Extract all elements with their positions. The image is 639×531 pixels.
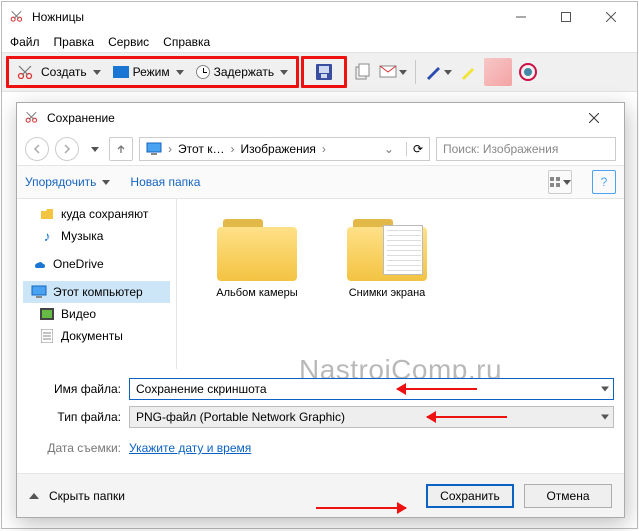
app-title: Ножницы: [32, 10, 84, 24]
nav-up-button[interactable]: [109, 137, 133, 161]
minimize-button[interactable]: [498, 2, 543, 32]
breadcrumb-folder[interactable]: Изображения: [240, 142, 315, 156]
annotation-arrow: [397, 388, 477, 390]
dropdown-icon: [93, 70, 101, 75]
nav-recent-button[interactable]: [85, 137, 103, 161]
nav-tree: куда сохраняют ♪Музыка OneDrive Этот ком…: [17, 199, 177, 369]
breadcrumb[interactable]: › Этот к… › Изображения › ⌄ ⟳: [139, 137, 430, 161]
nav-item[interactable]: ♪Музыка: [23, 225, 170, 247]
date-label: Дата съемки:: [27, 441, 121, 455]
save-dialog: Сохранение › Этот к… › Изображения › ⌄ ⟳…: [16, 102, 625, 518]
eraser-icon: [484, 58, 512, 86]
separator: [415, 60, 416, 84]
annotation-arrow: [427, 416, 507, 418]
menu-service[interactable]: Сервис: [108, 35, 149, 49]
dropdown-icon: [280, 70, 288, 75]
delay-button[interactable]: Задержать: [192, 63, 292, 81]
filetype-select[interactable]: PNG-файл (Portable Network Graphic): [129, 406, 614, 428]
hide-folders-button[interactable]: Скрыть папки: [49, 489, 125, 503]
new-folder-button[interactable]: Новая папка: [130, 175, 200, 189]
view-button[interactable]: [548, 170, 572, 194]
dialog-title: Сохранение: [47, 111, 115, 125]
refresh-icon[interactable]: ⟳: [406, 142, 429, 156]
help-button[interactable]: ?: [592, 170, 616, 194]
video-icon: [39, 306, 55, 322]
organize-button[interactable]: Упорядочить: [25, 175, 110, 189]
nav-item[interactable]: Документы: [23, 325, 170, 347]
dropdown-icon[interactable]: [601, 387, 609, 392]
highlighter-button[interactable]: [454, 58, 482, 86]
dropdown-icon: [563, 180, 571, 185]
nav-item-selected[interactable]: Этот компьютер: [23, 281, 170, 303]
menu-edit[interactable]: Правка: [54, 35, 95, 49]
chevron-down-icon[interactable]: ⌄: [378, 142, 400, 156]
dialog-close-button[interactable]: [571, 104, 616, 132]
chevron-up-icon: [29, 493, 39, 499]
scissors-icon: [25, 110, 41, 127]
onedrive-icon: [31, 256, 47, 272]
create-button[interactable]: Создать: [13, 63, 105, 81]
folder-icon: [217, 219, 297, 281]
filetype-label: Тип файла:: [27, 410, 121, 424]
dropdown-icon: [176, 70, 184, 75]
dropdown-icon: [399, 70, 407, 75]
nav-item[interactable]: куда сохраняют: [23, 203, 170, 225]
annotation-arrow: [316, 507, 406, 509]
folder-icon: [39, 206, 55, 222]
dropdown-icon: [102, 180, 110, 185]
nav-item[interactable]: Видео: [23, 303, 170, 325]
toolbar-highlight-group-2: [301, 56, 347, 88]
mail-button[interactable]: [379, 58, 407, 86]
nav-forward-button[interactable]: [55, 137, 79, 161]
pc-icon: [31, 284, 47, 300]
nav-back-button[interactable]: [25, 137, 49, 161]
breadcrumb-root[interactable]: Этот к…: [178, 142, 224, 156]
nav-item[interactable]: OneDrive: [23, 253, 170, 275]
copy-button[interactable]: [349, 58, 377, 86]
folder-icon: [347, 219, 427, 281]
color-button[interactable]: [514, 58, 542, 86]
folder-item[interactable]: Альбом камеры: [207, 219, 307, 369]
search-input[interactable]: Поиск: Изображения: [436, 137, 616, 161]
filename-input[interactable]: Сохранение скриншота: [129, 378, 614, 400]
file-view: Альбом камеры Снимки экрана NastrojComp.…: [177, 199, 624, 369]
maximize-button[interactable]: [543, 2, 588, 32]
filename-label: Имя файла:: [27, 382, 121, 396]
scissors-icon: [17, 65, 37, 79]
music-icon: ♪: [39, 228, 55, 244]
pen-button[interactable]: [424, 58, 452, 86]
menu-help[interactable]: Справка: [163, 35, 210, 49]
save-button[interactable]: Сохранить: [426, 484, 514, 508]
scissors-icon: [10, 9, 26, 25]
mode-button[interactable]: Режим: [109, 63, 188, 81]
toolbar-highlight-group-1: Создать Режим Задержать: [6, 56, 299, 88]
close-button[interactable]: [588, 2, 633, 32]
docs-icon: [39, 328, 55, 344]
folder-item[interactable]: Снимки экрана: [337, 219, 437, 369]
dropdown-icon: [444, 70, 452, 75]
chevron-down-icon: [91, 147, 99, 152]
dropdown-icon[interactable]: [601, 415, 609, 420]
clock-icon: [196, 65, 210, 79]
pc-icon: [146, 142, 162, 156]
eraser-button[interactable]: [484, 58, 512, 86]
cancel-button[interactable]: Отмена: [524, 484, 612, 508]
menu-file[interactable]: Файл: [10, 35, 40, 49]
save-button[interactable]: [310, 58, 338, 86]
date-link[interactable]: Укажите дату и время: [129, 441, 251, 455]
mode-icon: [113, 66, 129, 78]
floppy-icon: [316, 64, 332, 80]
